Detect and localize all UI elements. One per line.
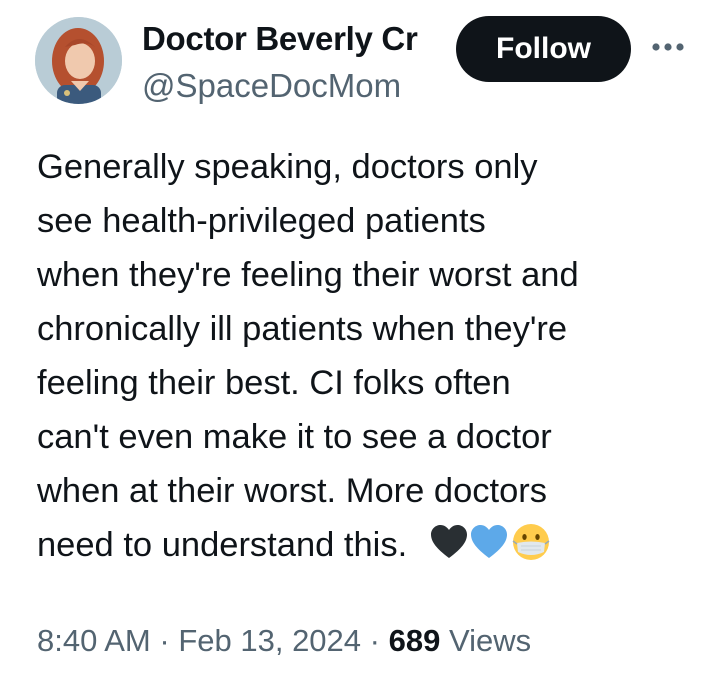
tweet-text-line-last: need to understand this. [37,518,707,572]
author-display-name[interactable]: Doctor Beverly Cr [142,17,418,61]
tweet-text-line: see health-privileged patients [37,202,486,240]
follow-button[interactable]: Follow [456,16,631,82]
blue-heart-emoji [469,522,509,562]
tweet-text: Generally speaking, doctors only see hea… [37,140,707,572]
views-label[interactable]: Views [449,623,531,658]
tweet-text-line: feeling their best. CI folks often [37,364,511,402]
views-count[interactable]: 689 [389,623,441,658]
meta-separator: · [159,623,170,658]
ellipsis-icon [652,43,684,51]
black-heart-emoji [429,522,469,562]
author-handle[interactable]: @SpaceDocMom [142,66,401,106]
tweet-text-line: Generally speaking, doctors only [37,148,538,186]
tweet-text-line: when they're feeling their worst and [37,256,579,294]
avatar[interactable] [35,17,122,104]
tweet-text-line: can't even make it to see a doctor [37,418,552,456]
tweet-time[interactable]: 8:40 AM [37,623,151,658]
tweet-card: Doctor Beverly Cr @SpaceDocMom Follow Ge… [0,0,720,699]
tweet-meta: 8:40 AM · Feb 13, 2024 · 689 Views [37,619,531,663]
tweet-date[interactable]: Feb 13, 2024 [178,623,361,658]
tweet-text-line: chronically ill patients when they're [37,310,568,348]
tweet-text-line: need to understand this. [37,526,408,564]
more-options-icon[interactable] [648,32,688,62]
face-with-medical-mask-emoji [511,522,551,562]
tweet-text-line: when at their worst. More doctors [37,472,548,510]
avatar-photo [35,17,122,104]
meta-separator: · [369,623,380,658]
